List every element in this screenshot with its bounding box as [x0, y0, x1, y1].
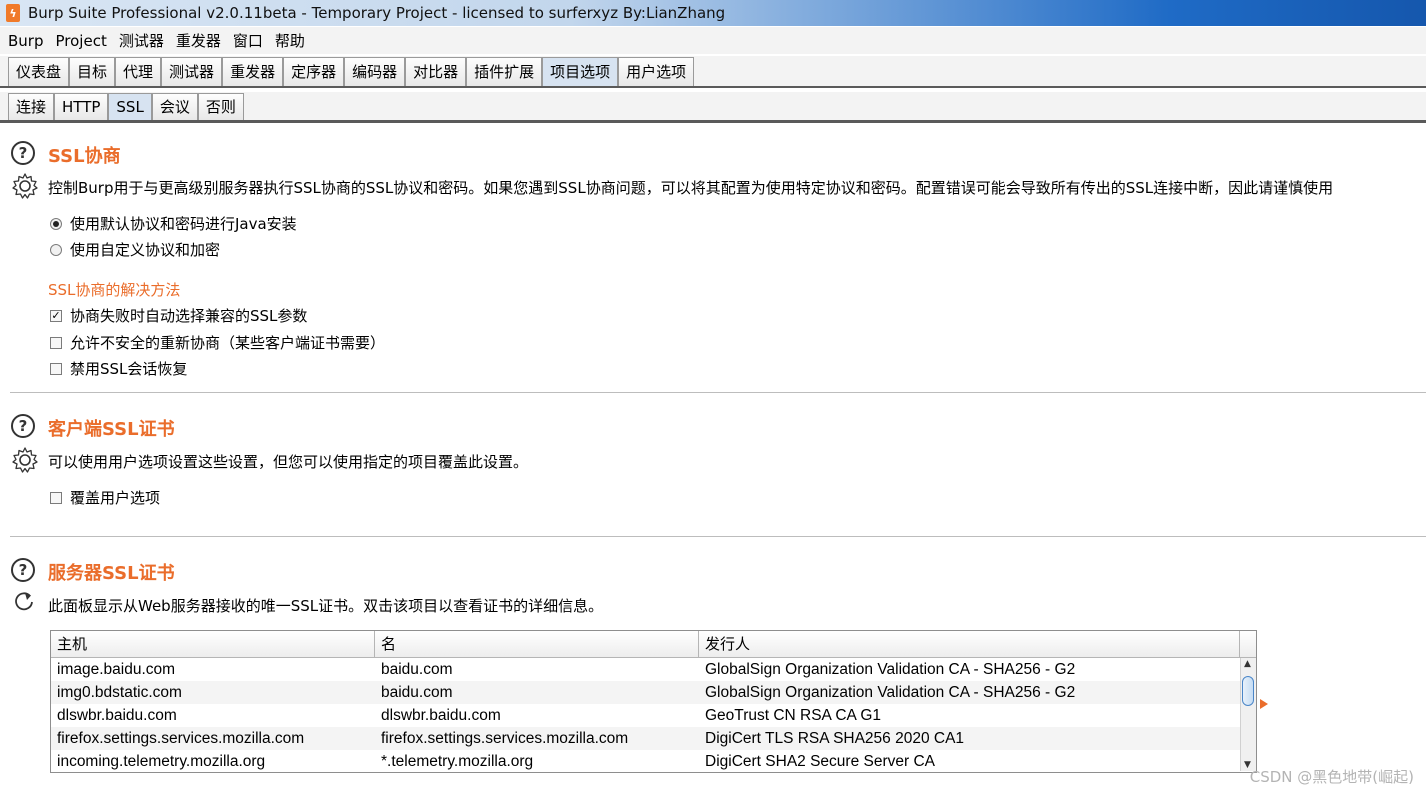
tab-repeater[interactable]: 重发器: [222, 57, 284, 86]
refresh-icon[interactable]: [13, 591, 35, 613]
server-certificates-table[interactable]: 主机 名 发行人 image.baidu.com baidu.com Globa…: [50, 630, 1257, 773]
cell-host: firefox.settings.services.mozilla.com: [57, 730, 305, 747]
watermark: CSDN @黑色地带(崛起): [1249, 768, 1414, 786]
radio-custom-label: 使用自定义协议和加密: [70, 241, 221, 259]
menu-repeater[interactable]: 重发器: [172, 30, 225, 51]
radio-button[interactable]: [50, 243, 62, 256]
radio-button-selected[interactable]: [50, 217, 62, 230]
table-row[interactable]: dlswbr.baidu.com dlswbr.baidu.com GeoTru…: [51, 704, 1256, 727]
cell-issuer: GlobalSign Organization Validation CA - …: [705, 684, 1076, 701]
table-row[interactable]: firefox.settings.services.mozilla.com fi…: [51, 727, 1256, 750]
burp-logo-icon: ϟ: [6, 4, 20, 22]
tab-project-options[interactable]: 项目选项: [542, 57, 619, 86]
menu-burp[interactable]: Burp: [4, 32, 48, 50]
help-icon[interactable]: ?: [11, 558, 35, 582]
checkbox-auto-select[interactable]: ✓ 协商失败时自动选择兼容的SSL参数: [50, 305, 307, 326]
cell-host: dlswbr.baidu.com: [57, 707, 177, 724]
table-row[interactable]: incoming.telemetry.mozilla.org *.telemet…: [51, 750, 1256, 773]
scroll-up-arrow-icon[interactable]: ▲: [1244, 659, 1251, 669]
radio-custom-protocols[interactable]: 使用自定义协议和加密: [50, 239, 220, 260]
tab-comparer[interactable]: 对比器: [405, 57, 467, 86]
subtab-http[interactable]: HTTP: [54, 93, 109, 120]
tab-decoder[interactable]: 编码器: [344, 57, 406, 86]
scroll-thumb[interactable]: [1242, 676, 1254, 706]
tab-proxy[interactable]: 代理: [115, 57, 162, 86]
help-icon[interactable]: ?: [11, 414, 35, 438]
cell-name: *.telemetry.mozilla.org: [381, 753, 534, 770]
column-header-name[interactable]: 名: [375, 631, 699, 657]
radio-default-protocols[interactable]: 使用默认协议和密码进行Java安装: [50, 213, 297, 234]
workarounds-heading: SSL协商的解决方法: [48, 281, 181, 299]
cell-issuer: DigiCert TLS RSA SHA256 2020 CA1: [705, 730, 965, 747]
section-divider: [10, 536, 1426, 537]
window-title: Burp Suite Professional v2.0.11beta - Te…: [28, 4, 726, 22]
cell-name: dlswbr.baidu.com: [381, 707, 501, 724]
gear-icon[interactable]: [11, 172, 39, 200]
radio-default-label: 使用默认协议和密码进行Java安装: [70, 215, 297, 233]
menubar: Burp Project 测试器 重发器 窗口 帮助: [0, 27, 1426, 54]
cell-name: firefox.settings.services.mozilla.com: [381, 730, 629, 747]
column-header-host[interactable]: 主机: [51, 631, 375, 657]
tab-extender[interactable]: 插件扩展: [466, 57, 543, 86]
menu-intruder[interactable]: 测试器: [115, 30, 168, 51]
subtab-sessions[interactable]: 会议: [151, 93, 198, 120]
subtab-ssl[interactable]: SSL: [108, 93, 152, 120]
table-scrollbar[interactable]: ▲ ▼: [1240, 658, 1256, 771]
title-bar: ϟ Burp Suite Professional v2.0.11beta - …: [0, 0, 1426, 26]
sub-tab-bar: 连接 HTTP SSL 会议 否则: [0, 92, 1426, 123]
table-row[interactable]: image.baidu.com baidu.com GlobalSign Org…: [51, 658, 1256, 681]
section-title-ssl-negotiation: SSL协商: [48, 146, 121, 167]
checkbox-allow-unsafe-label: 允许不安全的重新协商（某些客户端证书需要）: [70, 334, 386, 352]
section-title-server-ssl: 服务器SSL证书: [48, 563, 175, 584]
tab-intruder[interactable]: 测试器: [161, 57, 223, 86]
cell-issuer: DigiCert SHA2 Secure Server CA: [705, 753, 935, 770]
main-tab-bar: 仪表盘 目标 代理 测试器 重发器 定序器 编码器 对比器 插件扩展 项目选项 …: [0, 56, 1426, 88]
cell-host: image.baidu.com: [57, 661, 176, 678]
checkbox-override-user-options[interactable]: 覆盖用户选项: [50, 487, 160, 508]
checkbox-disable-resume-label: 禁用SSL会话恢复: [70, 360, 188, 378]
menu-help[interactable]: 帮助: [271, 30, 309, 51]
menu-project[interactable]: Project: [52, 32, 111, 50]
column-header-issuer[interactable]: 发行人: [699, 631, 1240, 657]
help-icon[interactable]: ?: [11, 141, 35, 165]
ssl-options-panel: ? SSL协商 控制Burp用于与更高级别服务器执行SSL协商的SSL协议和密码…: [0, 124, 1426, 795]
checkbox-override-label: 覆盖用户选项: [70, 489, 161, 507]
tab-target[interactable]: 目标: [69, 57, 116, 86]
cell-name: baidu.com: [381, 661, 453, 678]
checkbox-disable-resume[interactable]: 禁用SSL会话恢复: [50, 358, 187, 379]
expand-arrow-icon[interactable]: [1260, 699, 1268, 709]
subtab-misc[interactable]: 否则: [197, 93, 244, 120]
cell-host: img0.bdstatic.com: [57, 684, 182, 701]
table-row[interactable]: img0.bdstatic.com baidu.com GlobalSign O…: [51, 681, 1256, 704]
cell-issuer: GlobalSign Organization Validation CA - …: [705, 661, 1076, 678]
cell-issuer: GeoTrust CN RSA CA G1: [705, 707, 882, 724]
subtab-connections[interactable]: 连接: [8, 93, 55, 120]
tab-dashboard[interactable]: 仪表盘: [8, 57, 70, 86]
tab-sequencer[interactable]: 定序器: [283, 57, 345, 86]
client-ssl-description: 可以使用用户选项设置这些设置，但您可以使用指定的项目覆盖此设置。: [48, 453, 529, 471]
gear-icon[interactable]: [11, 446, 39, 474]
checkbox[interactable]: [50, 336, 62, 349]
checkbox-checked[interactable]: ✓: [50, 309, 62, 322]
tab-user-options[interactable]: 用户选项: [618, 57, 695, 86]
server-ssl-description: 此面板显示从Web服务器接收的唯一SSL证书。双击该项目以查看证书的详细信息。: [48, 597, 604, 615]
table-header: 主机 名 发行人: [51, 631, 1256, 658]
checkbox-auto-select-label: 协商失败时自动选择兼容的SSL参数: [70, 307, 308, 325]
cell-host: incoming.telemetry.mozilla.org: [57, 753, 266, 770]
cell-name: baidu.com: [381, 684, 453, 701]
section-divider: [10, 392, 1426, 393]
checkbox[interactable]: [50, 362, 62, 375]
checkbox[interactable]: [50, 491, 62, 504]
menu-window[interactable]: 窗口: [229, 30, 267, 51]
ssl-negotiation-description: 控制Burp用于与更高级别服务器执行SSL协商的SSL协议和密码。如果您遇到SS…: [48, 179, 1334, 197]
checkbox-allow-unsafe[interactable]: 允许不安全的重新协商（某些客户端证书需要）: [50, 332, 385, 353]
section-title-client-ssl: 客户端SSL证书: [48, 419, 175, 440]
